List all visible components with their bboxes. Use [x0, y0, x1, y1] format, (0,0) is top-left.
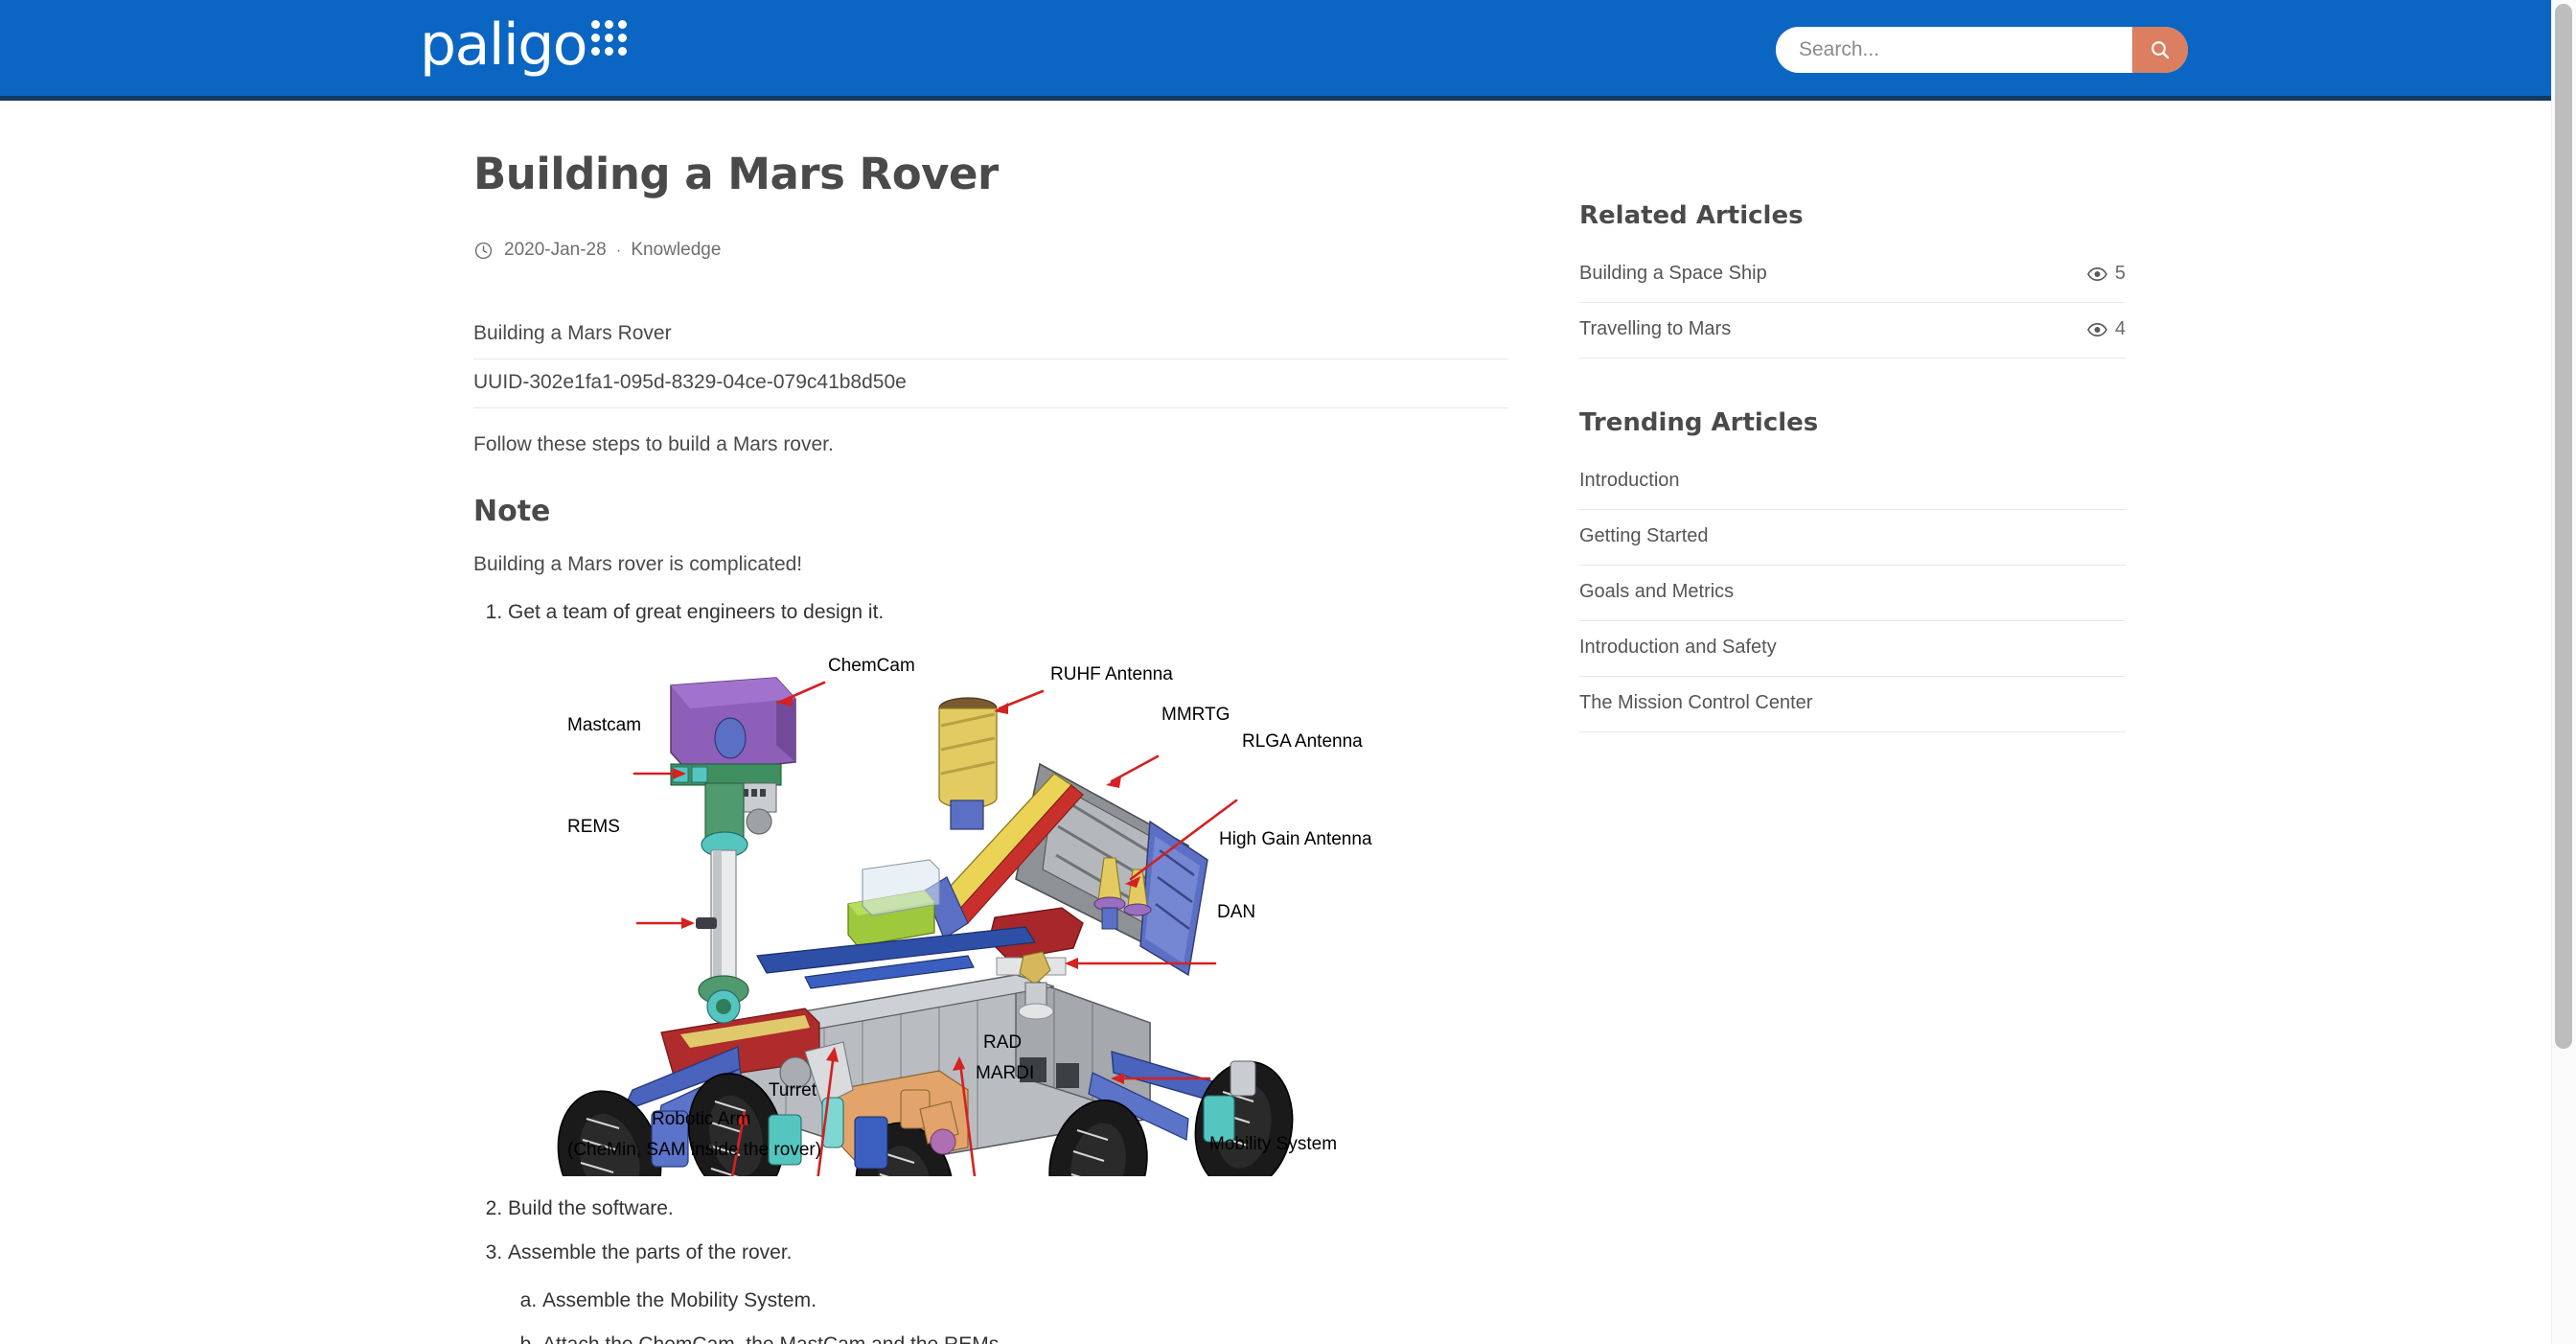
view-count-value: 4	[2114, 318, 2126, 339]
intro-paragraph: Follow these steps to build a Mars rover…	[473, 433, 834, 455]
search-icon	[2151, 41, 2170, 59]
table-row: UUID-302e1fa1-095d-8329-04ce-079c41b8d50…	[473, 359, 1508, 408]
trending-article-item[interactable]: Getting Started	[1579, 510, 2126, 566]
eye-icon	[2086, 266, 2107, 281]
trending-article-item[interactable]: Introduction	[1579, 454, 2126, 510]
list-item: Get a team of great engineers to design …	[508, 601, 1508, 1176]
related-articles-heading: Related Articles	[1579, 201, 1804, 230]
trending-article-label: Goals and Metrics	[1579, 581, 1735, 602]
sidebar: Related Articles Building a Space Ship 5…	[1579, 201, 2126, 732]
note-heading: Note	[473, 495, 551, 528]
article-category: Knowledge	[631, 240, 722, 260]
step-text: Get a team of great engineers to design …	[508, 601, 885, 623]
article-date: 2020-Jan-28	[504, 240, 607, 260]
trending-article-label: Introduction	[1579, 470, 1680, 491]
list-item: Build the software.	[508, 1197, 1508, 1220]
site-header: paligo	[0, 0, 2576, 101]
note-paragraph: Building a Mars rover is complicated!	[473, 553, 803, 575]
article-meta: 2020-Jan-28 · Knowledge	[473, 240, 1508, 261]
article-content: Building a Mars Rover 2020-Jan-28 · Know…	[473, 149, 1508, 1344]
trending-article-item[interactable]: The Mission Control Center	[1579, 677, 2126, 732]
grid-dots-icon	[591, 20, 627, 56]
clock-icon	[473, 241, 494, 261]
page-title: Building a Mars Rover	[473, 149, 999, 199]
related-article-item[interactable]: Travelling to Mars 4	[1579, 303, 2126, 359]
list-item: Assemble the parts of the rover. Assembl…	[508, 1241, 1508, 1344]
search-input[interactable]	[1776, 27, 2132, 73]
trending-article-label: The Mission Control Center	[1579, 692, 1813, 713]
scrollbar-thumb[interactable]	[2555, 4, 2572, 1049]
article-info-table: Building a Mars Rover UUID-302e1fa1-095d…	[473, 311, 1508, 408]
search-bar[interactable]	[1776, 27, 2188, 73]
trending-article-label: Introduction and Safety	[1579, 637, 1777, 658]
paligo-logo[interactable]: paligo	[420, 12, 627, 79]
trending-article-item[interactable]: Goals and Metrics	[1579, 566, 2126, 621]
table-row: Building a Mars Rover	[473, 311, 1508, 359]
meta-separator: ·	[615, 241, 622, 259]
related-article-label: Building a Space Ship	[1579, 263, 1767, 284]
substeps-list: Assemble the Mobility System. Attach the…	[508, 1289, 1508, 1344]
rover-illustration	[518, 639, 1380, 1176]
steps-list: Get a team of great engineers to design …	[473, 601, 1508, 1344]
list-item: Assemble the Mobility System.	[542, 1289, 1508, 1312]
search-button[interactable]	[2132, 27, 2188, 73]
related-article-item[interactable]: Building a Space Ship 5	[1579, 247, 2126, 303]
mars-rover-diagram: ChemCam Mastcam REMS RUHF Antenna MMRTG …	[518, 639, 1380, 1176]
page-body: Building a Mars Rover 2020-Jan-28 · Know…	[0, 101, 2576, 1344]
page-scrollbar[interactable]	[2551, 0, 2576, 1344]
view-count: 4	[2086, 318, 2126, 340]
eye-icon	[2086, 322, 2107, 336]
view-count-value: 5	[2114, 263, 2126, 284]
trending-article-label: Getting Started	[1579, 525, 1709, 546]
trending-articles-heading: Trending Articles	[1579, 408, 1819, 437]
step-text: Assemble the parts of the rover.	[508, 1241, 793, 1263]
view-count: 5	[2086, 263, 2126, 285]
trending-article-item[interactable]: Introduction and Safety	[1579, 621, 2126, 677]
logo-wordmark: paligo	[420, 12, 588, 79]
list-item: Attach the ChemCam, the MastCam and the …	[542, 1333, 1508, 1344]
related-article-label: Travelling to Mars	[1579, 318, 1732, 339]
